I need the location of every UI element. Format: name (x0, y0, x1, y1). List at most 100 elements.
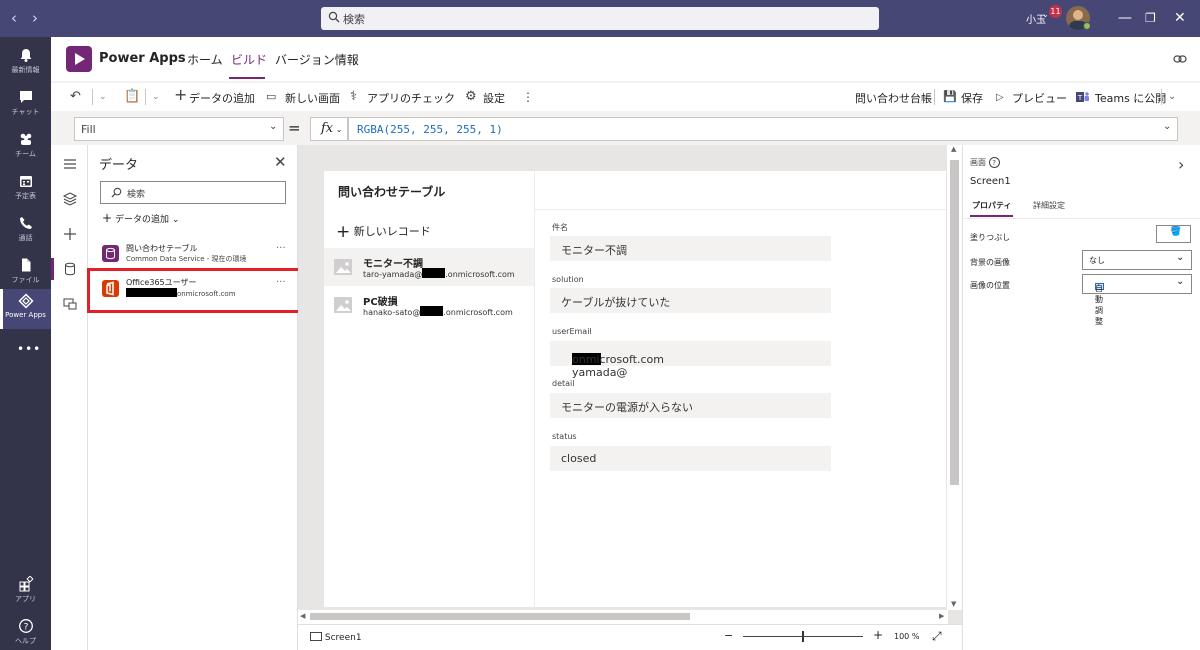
rail-label: チャット (11, 108, 40, 116)
zoom-in-icon[interactable]: + (873, 628, 883, 642)
tab-build[interactable]: ビルド (231, 51, 267, 68)
tab-home[interactable]: ホーム (187, 51, 223, 68)
record-email-suffix: .onmicrosoft.com (445, 270, 515, 279)
divider (934, 89, 935, 105)
rail-item-calls[interactable]: 通話 (0, 211, 51, 251)
more-options-icon[interactable]: ··· (276, 243, 286, 254)
record-email: hanako-sato@ .onmicrosoft.com (363, 306, 513, 317)
rail-label: Power Apps (5, 311, 46, 319)
paste-icon[interactable]: 📋 (124, 90, 140, 104)
divider (963, 218, 1200, 219)
plus-icon: + (174, 85, 188, 104)
power-apps-logo-icon (75, 53, 85, 65)
chevron-right-icon[interactable]: › (1178, 155, 1184, 174)
rail-item-calendar[interactable]: 予定表 (0, 169, 51, 209)
fit-to-window-icon[interactable]: ⤢ (932, 629, 942, 644)
data-search-input[interactable]: 検索 (100, 181, 286, 204)
field-label-subject: 件名 (552, 223, 568, 232)
forward-arrow-icon[interactable]: › (32, 8, 38, 28)
equals-sign: = (288, 119, 301, 137)
chevron-down-icon[interactable]: ⌄ (1042, 10, 1049, 19)
field-value-status[interactable]: closed (550, 446, 831, 471)
image-placeholder-icon (334, 297, 352, 313)
restore-icon[interactable]: ❐ (1145, 10, 1156, 26)
minimize-icon[interactable]: — (1118, 10, 1132, 26)
scroll-down-icon[interactable]: ▼ (951, 600, 956, 608)
bg-image-dropdown[interactable]: なし ⌄ (1082, 250, 1192, 270)
new-record-button[interactable]: + 新しいレコード (336, 222, 431, 242)
field-value: モニターの電源が入らない (561, 401, 693, 414)
teams-search-input[interactable]: 検索 (321, 7, 879, 30)
rail-item-chat[interactable]: チャット (0, 85, 51, 125)
fill-label: 塗りつぶし (970, 233, 1011, 242)
divider (145, 89, 146, 105)
field-value-suffix: onmicrosoft.com (572, 353, 664, 366)
undo-icon[interactable]: ↶ (70, 90, 81, 104)
vertical-scroll-thumb[interactable] (950, 160, 959, 485)
rail-label: 最新情報 (11, 66, 40, 74)
more-apps-icon[interactable]: ••• (17, 342, 41, 356)
fill-color-picker[interactable]: 🪣 (1156, 225, 1191, 243)
media-icon[interactable] (62, 296, 78, 312)
property-dropdown[interactable]: Fill ⌄ (74, 117, 284, 141)
power-apps-icon (17, 293, 34, 309)
rail-item-files[interactable]: ファイル (0, 253, 51, 293)
hamburger-menu-icon[interactable] (62, 156, 78, 172)
tab-advanced[interactable]: 詳細設定 (1033, 200, 1065, 211)
field-value-subject[interactable]: モニター不調 (550, 236, 831, 261)
rail-item-power-apps[interactable]: Power Apps (0, 289, 51, 329)
formula-bar: Fill ⌄ = fx ⌄ RGBA(255, 255, 255, 1) ⌄ (51, 113, 1200, 145)
divider (535, 209, 946, 210)
scroll-right-icon[interactable]: ▶ (939, 612, 944, 620)
app-name-label[interactable]: 問い合わせ台帳 (855, 90, 932, 106)
fx-button[interactable]: fx ⌄ (310, 117, 348, 141)
image-position-dropdown[interactable]: 自動調整 ⌄ (1082, 274, 1192, 326)
screen-selector[interactable]: Screen1 (310, 632, 362, 643)
field-value-solution[interactable]: ケーブルが抜けていた (550, 288, 831, 313)
publish-teams-label: Teams に公開 (1095, 92, 1167, 105)
link-icon[interactable] (1173, 53, 1187, 65)
zoom-value: 100 % (894, 632, 920, 641)
divider (534, 171, 535, 607)
power-apps-header: Power Apps ホーム ビルド バージョン情報 (51, 37, 1200, 81)
data-source-subtitle: Common Data Service - 現在の環境 (126, 255, 247, 263)
formula-input[interactable]: RGBA(255, 255, 255, 1) ⌄ (348, 117, 1178, 141)
paste-chevron-icon[interactable]: ⌄ (152, 90, 160, 104)
tab-version-info[interactable]: バージョン情報 (275, 51, 359, 68)
scroll-left-icon[interactable]: ◀ (300, 612, 305, 620)
rail-item-teams[interactable]: チーム (0, 127, 51, 167)
zoom-out-icon[interactable]: − (724, 629, 733, 642)
more-options-icon[interactable]: ⋮ (522, 90, 534, 104)
close-icon[interactable]: ✕ (274, 153, 287, 171)
rail-item-apps[interactable]: アプリ (0, 572, 51, 612)
back-arrow-icon[interactable]: ‹ (11, 8, 17, 28)
list-item[interactable]: モニター不調 taro-yamada@ .onmicrosoft.com (324, 248, 534, 286)
redaction-block (422, 268, 446, 278)
insert-plus-icon[interactable] (62, 226, 78, 242)
data-search-placeholder: 検索 (127, 190, 146, 200)
tree-view-layers-icon[interactable] (62, 191, 78, 207)
image-placeholder-icon (334, 259, 352, 275)
save-label: 保存 (961, 92, 983, 105)
zoom-slider-thumb[interactable] (802, 631, 804, 642)
field-label-user-email: userEmail (552, 327, 592, 336)
rail-item-activity[interactable]: 最新情報 (0, 43, 51, 83)
data-panel-title: データ (99, 158, 139, 173)
add-data-button[interactable]: + データの追加 ⌄ (102, 211, 179, 225)
publish-chevron-icon[interactable]: ⌄ (1168, 90, 1176, 104)
phone-icon (19, 217, 32, 229)
field-value-user-email[interactable]: taro-yamada@onmicrosoft.com (550, 341, 831, 379)
undo-chevron-icon[interactable]: ⌄ (99, 90, 107, 104)
tab-properties[interactable]: プロパティ (972, 200, 1012, 211)
stethoscope-icon: ⚕ (350, 89, 358, 104)
expand-chevron-icon[interactable]: ⌄ (1163, 121, 1171, 132)
search-icon (328, 11, 340, 23)
rail-item-help[interactable]: ? ヘルプ (0, 614, 51, 650)
scroll-up-icon[interactable]: ▲ (951, 145, 956, 153)
horizontal-scroll-thumb[interactable] (310, 613, 690, 620)
list-item[interactable]: PC破損 hanako-sato@ .onmicrosoft.com (324, 286, 534, 324)
field-value-detail[interactable]: モニターの電源が入らない (550, 393, 831, 418)
close-window-icon[interactable]: ✕ (1174, 10, 1186, 26)
data-cylinder-icon[interactable] (62, 261, 78, 277)
help-icon[interactable]: ? (988, 157, 1000, 168)
